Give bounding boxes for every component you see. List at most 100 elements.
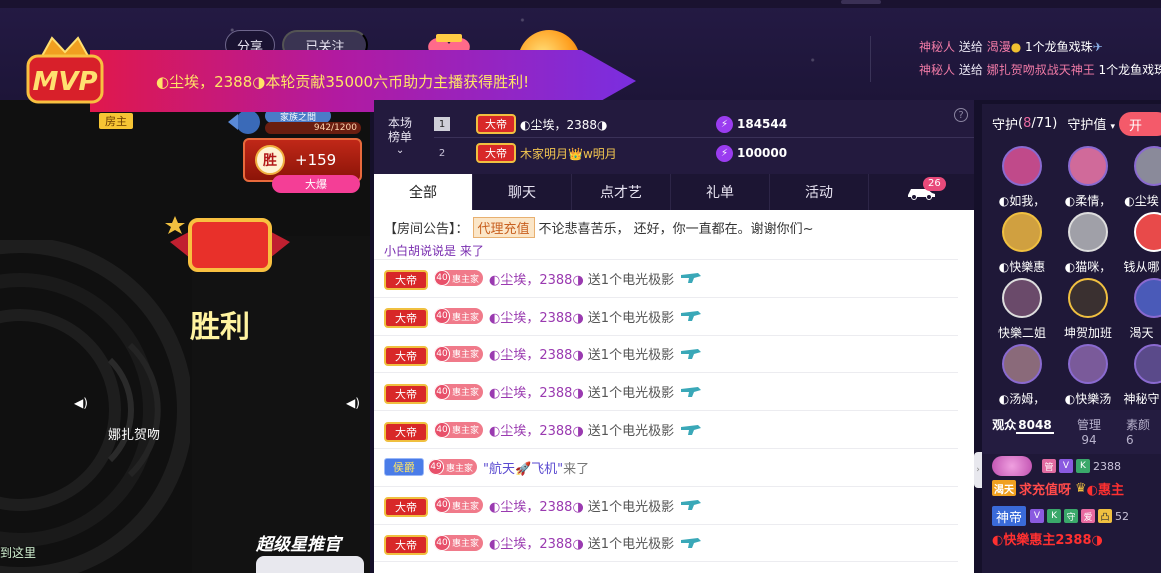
chat-panel[interactable]: 【房间公告】： 代理充值 不论悲喜苦乐， 还好，你一直都在。谢谢你们~ 小白胡说… — [374, 210, 974, 573]
collapse-arrow-icon[interactable]: › — [974, 452, 982, 488]
victory-text: 胜利 — [190, 310, 250, 345]
rank-name: ◐尘埃，2388◑ — [520, 117, 608, 132]
rank-score: ⚡ 184544 — [716, 115, 787, 133]
tab-talent[interactable]: 点才艺 — [572, 174, 671, 210]
gun-gift-icon — [681, 273, 702, 284]
user-nickname[interactable]: ◐尘埃，2388◑ — [489, 533, 584, 552]
guard-item[interactable]: 快樂二姐 — [990, 278, 1054, 344]
bolt-icon: ⚡ — [716, 115, 733, 133]
emperor-badge: 大帝 — [384, 493, 428, 518]
tab-plain[interactable]: 素颜 6 — [1114, 410, 1161, 454]
message-text: 送1个电光极影 — [587, 424, 675, 440]
avatar — [1002, 212, 1042, 252]
rank-divider — [434, 137, 974, 138]
avatar — [1002, 344, 1042, 384]
chevron-down-icon: ▾ — [1110, 121, 1116, 132]
gun-gift-icon — [681, 386, 702, 397]
strip-mark — [841, 0, 881, 4]
agent-recharge-link[interactable]: 代理充值 — [472, 216, 535, 238]
vip-tag: V — [1059, 459, 1073, 473]
love-tag: 爱 — [1081, 509, 1096, 523]
big-kill-badge[interactable]: 大爆 — [272, 175, 360, 193]
car-count-badge: 26 — [923, 177, 946, 191]
fan-club-progress: 942/1200 — [265, 122, 361, 134]
user-nickname[interactable]: ◐尘埃，2388◑ — [489, 269, 584, 288]
room-announcement: 【房间公告】： 代理充值 不论悲喜苦乐， 还好，你一直都在。谢谢你们~ — [374, 210, 974, 244]
tab-audience[interactable]: 观众 8048 — [982, 410, 1064, 454]
avatar — [1002, 278, 1042, 318]
win-score: +159 — [295, 151, 337, 169]
guard-item[interactable]: 渴天 — [1122, 278, 1161, 344]
gun-gift-icon — [681, 348, 702, 359]
avatar — [1068, 146, 1108, 186]
user-nickname: ◐快樂惠主2388◑ — [992, 532, 1103, 548]
user-nickname[interactable]: ◐尘埃，2388◑ — [489, 496, 584, 515]
guard-item[interactable]: ◐猫咪， — [1056, 212, 1120, 278]
emperor-badge: 大帝 — [384, 380, 428, 404]
list-item: 大帝 40 惠主家 ◐尘埃，2388◑ 送1个电光极影 — [374, 336, 958, 374]
guard-count: 8 — [1023, 115, 1032, 131]
guard-item[interactable]: 坤贺加班 — [1056, 278, 1120, 344]
list-item: 侯爵 49 惠主家 "航天🚀飞机" 来了 — [374, 449, 958, 487]
help-icon[interactable]: ? — [954, 108, 968, 122]
gun-gift-icon — [681, 537, 702, 548]
emperor-badge: 大帝 — [384, 531, 428, 555]
guard-item[interactable]: ◐如我， — [990, 146, 1054, 212]
tab-chat[interactable]: 聊天 — [473, 174, 572, 210]
user-nickname[interactable]: "航天🚀飞机" — [483, 458, 563, 477]
message-text: 送1个电光极影 — [587, 537, 675, 553]
emperor-badge: 大帝 — [384, 418, 428, 442]
level-badge: 49 惠主家 — [428, 459, 478, 476]
rank-label[interactable]: 本场 榜单 ⌄ — [388, 116, 412, 158]
list-item[interactable]: 神帝 V K 守 爱 凸 52 ◐快樂惠主2388◑ — [982, 504, 1161, 554]
announce-label: 【房间公告】： — [384, 221, 469, 237]
emperor-badge: 大帝 — [476, 114, 516, 134]
guard-item[interactable]: 神秘守 — [1122, 344, 1161, 410]
level-badge: 40 惠主家 — [434, 270, 484, 287]
tab-admin[interactable]: 管理 94 — [1064, 410, 1114, 454]
rank-row[interactable]: 1 大帝 ◐尘埃，2388◑ ⚡ 184544 — [434, 111, 944, 137]
guard-header: 守护(8/71) 守护值 ▾ 开 — [982, 104, 1161, 142]
guard-item[interactable]: 钱从哪 — [1122, 212, 1161, 278]
guard-item[interactable]: ◐汤姆， — [990, 344, 1054, 410]
guard-item[interactable]: ◐柔情， — [1056, 146, 1120, 212]
message-text: 送1个电光极影 — [587, 348, 675, 364]
list-item: 小白胡说说是 来了 — [374, 244, 958, 260]
speaker-icon[interactable]: ◀) — [74, 396, 88, 410]
level-badge: 40 惠主家 — [434, 383, 484, 400]
dragon-icon: ✈ — [1092, 40, 1103, 54]
super-star-card[interactable] — [256, 556, 364, 573]
user-nickname[interactable]: ◐尘埃，2388◑ — [489, 307, 584, 326]
user-nickname[interactable]: ◐尘埃，2388◑ — [489, 344, 584, 363]
gift-notices: 神秘人 送给 渴漫● 1个龙鱼戏珠✈ 神秘人 送给 娜扎贺吻叔战天神王 1个龙鱼… — [870, 36, 1161, 82]
open-guard-button[interactable]: 开 — [1119, 112, 1161, 136]
chevron-down-icon[interactable]: ⌄ — [388, 144, 412, 158]
user-nickname[interactable]: ◐尘埃，2388◑ — [489, 420, 584, 439]
message-text: 送1个电光极影 — [587, 272, 675, 288]
partial-message: 小白胡说说是 来了 — [384, 244, 484, 258]
message-text: 送1个电光极影 — [587, 310, 675, 326]
user-nickname[interactable]: ◐尘埃，2388◑ — [489, 382, 584, 401]
user-nickname: 求充值呀 — [1019, 482, 1072, 498]
tab-car[interactable]: 26 — [869, 174, 973, 210]
guard-title[interactable]: 守护 — [992, 114, 1018, 133]
tab-all[interactable]: 全部 — [374, 174, 473, 210]
avatar — [1134, 278, 1161, 318]
speaker-icon[interactable]: ◀) — [346, 396, 360, 410]
guard-item[interactable]: ◐快樂惠 — [990, 212, 1054, 278]
guard-value-dropdown[interactable]: 守护值 ▾ — [1067, 114, 1115, 133]
rank-name: 木家明月👑w明月 — [520, 146, 617, 161]
guard-item[interactable]: ◐尘埃 — [1122, 146, 1161, 212]
top-strip — [0, 0, 1161, 8]
live-video[interactable]: 房主 家族之間 942/1200 胜 +159 大爆 胜利 ◀) ◀) 娜扎贺吻… — [0, 100, 370, 573]
rank-row[interactable]: 2 大帝 木家明月👑w明月 ⚡ 100000 — [434, 140, 944, 166]
rank-number: 2 — [438, 147, 446, 159]
tab-gift-list[interactable]: 礼单 — [671, 174, 770, 210]
k-tag: K — [1076, 459, 1090, 473]
tab-activity[interactable]: 活动 — [770, 174, 869, 210]
win-icon: 胜 — [255, 145, 285, 175]
title-badge: 神帝 — [992, 506, 1027, 526]
super-star-title[interactable]: 超级星推官 — [256, 530, 366, 558]
guard-item[interactable]: ◐快樂汤 — [1056, 344, 1120, 410]
list-item[interactable]: 管 V K 2388 渴天 求充值呀 ♛ ◐惠主 — [982, 454, 1161, 504]
